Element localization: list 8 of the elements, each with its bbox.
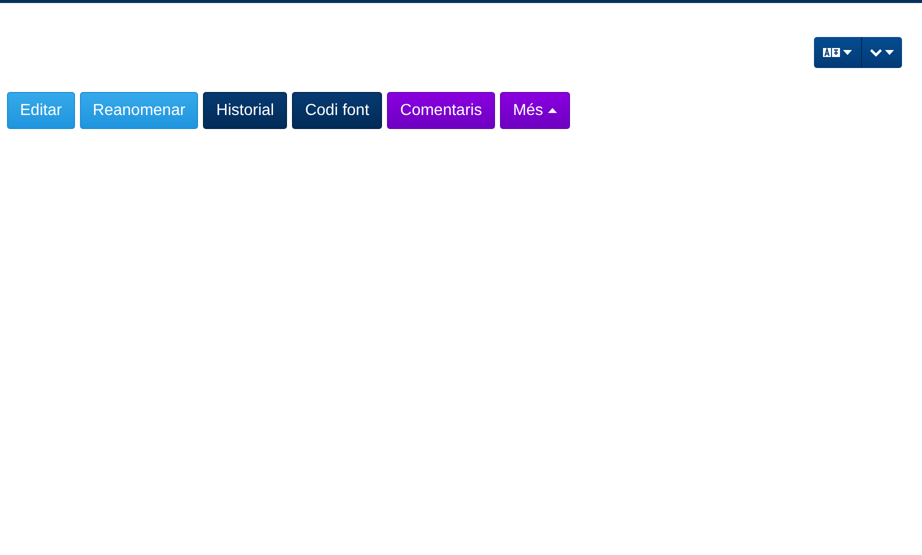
toolbar-button[interactable]: Comentaris <box>387 92 495 129</box>
chevron-down-icon <box>870 48 882 56</box>
toolbar-button[interactable]: Codi font <box>292 92 382 129</box>
caret-icon <box>843 50 852 55</box>
toolbar-button[interactable]: Més <box>500 92 570 129</box>
translate-icon <box>823 48 840 57</box>
caret-icon <box>885 50 894 55</box>
toolbar-button[interactable]: Historial <box>203 92 288 129</box>
